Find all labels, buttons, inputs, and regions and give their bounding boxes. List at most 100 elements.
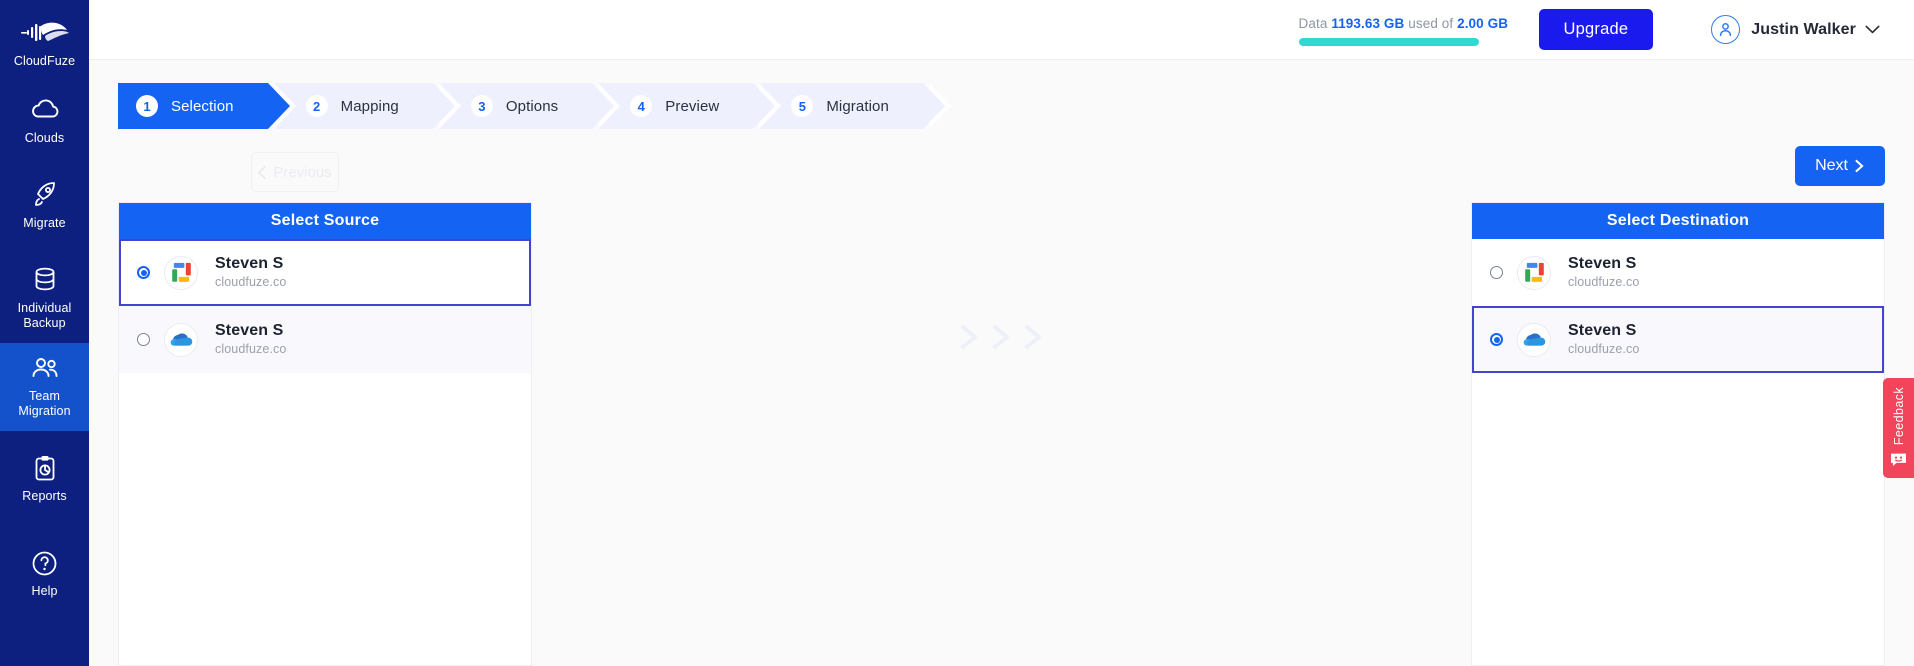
next-button[interactable]: Next [1795, 146, 1885, 186]
steps-list: 1 Selection 2 Mapping 3 Options 4 Previe… [118, 83, 951, 129]
onedrive-icon [1517, 322, 1551, 357]
destination-account-name: Steven S [1568, 255, 1637, 272]
destination-account-row-onedrive[interactable]: Steven S cloudfuze.co [1472, 306, 1884, 373]
storage-text: Data 1193.63 GB used of 2.00 GB [1298, 15, 1508, 31]
source-account-radio[interactable] [137, 266, 150, 279]
storage-middle-text: used of [1408, 15, 1454, 31]
storage-prefix: Data [1298, 15, 1328, 31]
destination-account-info: Steven S cloudfuze.co [1568, 254, 1639, 291]
storage-used-value: 1193.63 GB [1331, 15, 1405, 31]
double-chevron-right-icon [990, 322, 1014, 357]
user-menu[interactable]: Justin Walker [1711, 15, 1880, 44]
chevron-left-icon [258, 165, 267, 179]
wizard-nav-buttons: Previous Next [89, 146, 1914, 202]
double-chevron-right-icon [1022, 322, 1046, 357]
step-number: 2 [305, 95, 328, 117]
step-number: 3 [470, 95, 493, 117]
source-account-domain: cloudfuze.co [215, 342, 287, 356]
clipboard-chart-icon [33, 453, 57, 483]
sidebar-brand: CloudFuze [0, 8, 89, 85]
source-account-row-onedrive[interactable]: Steven S cloudfuze.co [119, 306, 531, 373]
storage-meter: Data 1193.63 GB used of 2.00 GB [1298, 14, 1508, 46]
destination-account-name: Steven S [1568, 322, 1637, 339]
sidebar-item-label: Clouds [24, 131, 65, 145]
step-number: 1 [136, 95, 158, 117]
user-name-label: Justin Walker [1751, 20, 1856, 38]
sidebar-item-label: Migrate [23, 216, 66, 230]
destination-account-domain: cloudfuze.co [1568, 342, 1640, 356]
chevron-right-icon [1855, 159, 1865, 173]
users-icon [30, 353, 60, 383]
destination-panel-title: Select Destination [1472, 203, 1884, 239]
google-workspace-icon [164, 255, 198, 290]
source-panel: Select Source Steven S cloudfuze.co Stev… [118, 202, 532, 666]
chevron-down-icon[interactable] [1865, 25, 1880, 34]
source-account-info: Steven S cloudfuze.co [215, 321, 286, 358]
question-circle-icon [31, 548, 58, 578]
destination-account-row-google[interactable]: Steven S cloudfuze.co [1472, 239, 1884, 306]
destination-panel: Select Destination Steven S cloudfuze.co… [1471, 202, 1885, 666]
step-label: Migration [826, 97, 889, 115]
source-panel-title: Select Source [119, 203, 531, 239]
cloudfuze-logo-icon [20, 18, 69, 48]
sidebar-item-clouds[interactable]: Clouds [0, 85, 89, 158]
onedrive-icon [164, 322, 198, 357]
main-content: Data 1193.63 GB used of 2.00 GB Upgrade [89, 0, 1914, 666]
storage-total-value: 2.00 GB [1457, 15, 1509, 31]
sidebar-item-label: Individual Backup [17, 301, 72, 330]
sidebar-item-team-migration[interactable]: Team Migration [0, 343, 89, 431]
rocket-icon [31, 180, 59, 210]
destination-account-radio[interactable] [1490, 266, 1503, 279]
selection-panels: Select Source Steven S cloudfuze.co Stev… [89, 202, 1914, 666]
upgrade-button[interactable]: Upgrade [1538, 9, 1654, 50]
step-selection[interactable]: 1 Selection [118, 83, 296, 129]
step-label: Preview [665, 97, 720, 115]
sidebar-item-label: Team Migration [18, 389, 71, 418]
sidebar-item-label: Reports [22, 489, 67, 503]
wizard-steps: 1 Selection 2 Mapping 3 Options 4 Previe… [89, 80, 1914, 132]
step-number: 5 [791, 95, 814, 117]
google-workspace-icon [1517, 255, 1551, 290]
sidebar-brand-label: CloudFuze [13, 54, 76, 68]
user-circle-icon [1711, 15, 1741, 44]
source-account-row-google[interactable]: Steven S cloudfuze.co [119, 239, 531, 306]
previous-button-label: Previous [273, 163, 332, 181]
sidebar-item-migrate[interactable]: Migrate [0, 170, 89, 243]
sidebar-item-help[interactable]: Help [0, 538, 89, 611]
topbar: Data 1193.63 GB used of 2.00 GB Upgrade [89, 0, 1914, 60]
destination-account-list: Steven S cloudfuze.co Steven S cloudfuze… [1472, 239, 1884, 665]
previous-button[interactable]: Previous [251, 152, 339, 192]
sidebar-item-individual-backup[interactable]: Individual Backup [0, 255, 89, 343]
step-mapping[interactable]: 2 Mapping [273, 83, 462, 129]
step-migration[interactable]: 5 Migration [759, 83, 951, 129]
storage-progress-fill [1298, 37, 1479, 46]
smiley-chat-icon [1890, 452, 1907, 467]
database-icon [33, 265, 57, 295]
source-account-radio[interactable] [137, 333, 150, 346]
sidebar: CloudFuze Clouds Migrate Individual Back… [0, 0, 89, 666]
double-chevron-right-icon [958, 322, 982, 357]
source-account-name: Steven S [215, 255, 284, 272]
feedback-tab[interactable]: Feedback [1883, 378, 1914, 478]
destination-account-radio[interactable] [1490, 333, 1503, 346]
source-account-info: Steven S cloudfuze.co [215, 254, 286, 291]
step-label: Selection [171, 97, 234, 115]
source-account-name: Steven S [215, 322, 284, 339]
step-label: Mapping [340, 97, 399, 115]
destination-account-info: Steven S cloudfuze.co [1568, 321, 1639, 358]
sidebar-item-reports[interactable]: Reports [0, 443, 89, 516]
source-account-domain: cloudfuze.co [215, 275, 287, 289]
step-options[interactable]: 3 Options [438, 83, 621, 129]
storage-progress-track [1298, 37, 1479, 46]
app-root: CloudFuze Clouds Migrate Individual Back… [0, 0, 1914, 666]
step-label: Options [505, 97, 559, 115]
step-number: 4 [630, 95, 653, 117]
next-button-label: Next [1815, 157, 1848, 174]
source-account-list: Steven S cloudfuze.co Steven S cloudfuze… [119, 239, 531, 665]
step-preview[interactable]: 4 Preview [598, 83, 782, 129]
destination-account-domain: cloudfuze.co [1568, 275, 1640, 289]
transfer-direction-arrows [958, 322, 1046, 357]
sidebar-item-label: Help [31, 584, 58, 598]
feedback-label: Feedback [1891, 387, 1906, 446]
cloud-icon [30, 95, 60, 125]
